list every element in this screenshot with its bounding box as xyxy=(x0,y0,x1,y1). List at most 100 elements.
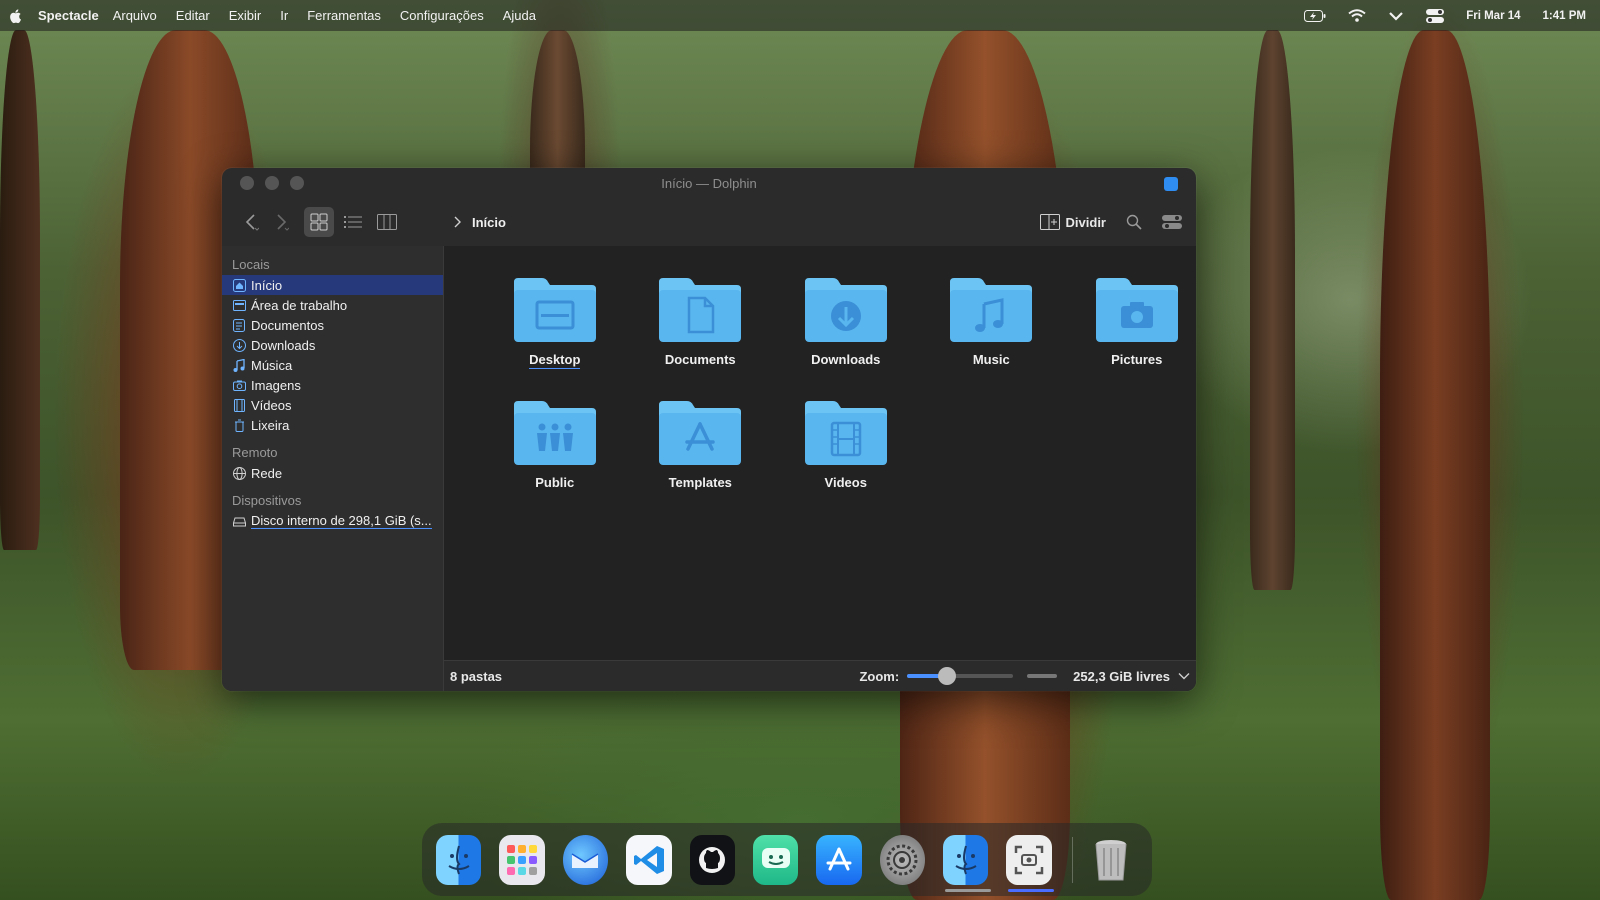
dolphin-window: Início — Dolphin Início Dividir Locais I… xyxy=(222,168,1196,691)
tree-trunk xyxy=(0,30,40,550)
chevron-left-icon xyxy=(245,214,259,231)
free-space-bar xyxy=(1027,674,1058,678)
settings-icon[interactable] xyxy=(879,834,925,885)
split-button[interactable]: Dividir xyxy=(1039,214,1106,230)
sidebar-item-videos[interactable]: Vídeos xyxy=(222,395,443,415)
running-indicator xyxy=(945,888,991,892)
appstore-icon[interactable] xyxy=(816,834,862,885)
chevron-down-icon xyxy=(1178,673,1190,680)
search-icon[interactable] xyxy=(1126,214,1142,230)
back-button[interactable] xyxy=(236,207,266,237)
launchpad-icon[interactable] xyxy=(499,834,545,885)
finder-icon[interactable] xyxy=(943,834,991,892)
dolphin-app-icon[interactable] xyxy=(1164,177,1178,191)
apple-icon[interactable] xyxy=(8,8,24,24)
status-bar: 8 pastas Zoom: 252,3 GiB livres xyxy=(444,660,1196,691)
sidebar-item-label: Início xyxy=(251,277,283,293)
sidebar-item-label: Documentos xyxy=(251,317,324,333)
free-space-button[interactable]: 252,3 GiB livres xyxy=(1073,669,1190,684)
folder-item-public[interactable]: Public xyxy=(482,399,628,490)
menubar-date[interactable]: Fri Mar 14 xyxy=(1466,10,1520,22)
folder-label: Public xyxy=(535,475,575,490)
sidebar-item-label: Música xyxy=(251,357,293,373)
vscode-icon[interactable] xyxy=(626,834,672,885)
zoom-slider[interactable] xyxy=(907,667,1014,685)
drive-icon xyxy=(232,514,246,528)
forward-button[interactable] xyxy=(266,207,296,237)
sidebar-item-area-de-trabalho[interactable]: Área de trabalho xyxy=(222,295,443,315)
toolbar-right: Dividir xyxy=(1039,214,1182,230)
sidebar-section-locais: Locais xyxy=(232,257,270,272)
folder-item-videos[interactable]: Videos xyxy=(773,399,919,490)
menu-editar[interactable]: Editar xyxy=(176,8,210,23)
folder-label: Templates xyxy=(668,475,732,490)
free-space-label: 252,3 GiB livres xyxy=(1073,668,1170,684)
file-view[interactable]: Desktop Documents Downloads Music Pictur… xyxy=(444,246,1196,691)
breadcrumb-inicio[interactable]: Início xyxy=(472,215,506,230)
folder-item-documents[interactable]: Documents xyxy=(628,276,774,369)
wifi-icon[interactable] xyxy=(1348,9,1366,22)
screenshot-icon[interactable] xyxy=(1006,834,1055,892)
sidebar-item-imagens[interactable]: Imagens xyxy=(222,375,443,395)
list-view-icon xyxy=(344,216,362,228)
menu-configuracoes[interactable]: Configurações xyxy=(400,8,484,23)
folder-item-templates[interactable]: Templates xyxy=(628,399,774,490)
sidebar-item-disco-interno[interactable]: Disco interno de 298,1 GiB (s... xyxy=(222,511,443,531)
github-icon[interactable] xyxy=(689,834,735,885)
folder-label: Pictures xyxy=(1111,352,1163,367)
desktop-icon xyxy=(232,298,246,312)
folder-label: Music xyxy=(972,352,1010,367)
trash-icon[interactable] xyxy=(1089,835,1134,885)
chevron-down-icon[interactable] xyxy=(1388,10,1404,22)
folder-public-icon xyxy=(513,401,596,465)
window-title: Início — Dolphin xyxy=(661,176,757,191)
sidebar-item-inicio[interactable]: Início xyxy=(222,275,443,295)
menu-ajuda[interactable]: Ajuda xyxy=(503,8,536,23)
menubar-time[interactable]: 1:41 PM xyxy=(1543,10,1586,22)
toolbar: Início Dividir xyxy=(222,198,1196,246)
dock xyxy=(422,823,1152,896)
sidebar-item-rede[interactable]: Rede xyxy=(222,463,443,483)
breadcrumb: Início xyxy=(452,215,506,230)
folder-item-pictures[interactable]: Pictures xyxy=(1064,276,1196,369)
split-view-icon xyxy=(1039,214,1060,230)
columns-view-button[interactable] xyxy=(372,207,402,237)
folder-videos-icon xyxy=(804,401,887,465)
control-center-icon[interactable] xyxy=(1426,8,1445,24)
folder-item-downloads[interactable]: Downloads xyxy=(773,276,919,369)
sidebar-item-documentos[interactable]: Documentos xyxy=(222,315,443,335)
menu-ir[interactable]: Ir xyxy=(280,8,288,23)
zoom-label: Zoom: xyxy=(859,668,900,684)
title-bar[interactable]: Início — Dolphin xyxy=(222,168,1196,198)
details-view-button[interactable] xyxy=(338,207,368,237)
active-app-name[interactable]: Spectacle xyxy=(38,8,99,23)
sidebar-item-label: Downloads xyxy=(251,337,316,353)
menu-ferramentas[interactable]: Ferramentas xyxy=(307,8,381,23)
folder-grid: Desktop Documents Downloads Music Pictur… xyxy=(482,276,1196,490)
zoom-slider-handle[interactable] xyxy=(938,667,957,685)
icons-view-button[interactable] xyxy=(304,207,334,237)
camera-icon xyxy=(232,378,246,392)
sidebar-item-musica[interactable]: Música xyxy=(222,355,443,375)
columns-view-icon xyxy=(377,214,397,230)
finder-icon[interactable] xyxy=(436,834,482,885)
panel-toggle-icon[interactable] xyxy=(1162,214,1182,230)
folder-item-desktop[interactable]: Desktop xyxy=(482,276,628,369)
thunderbird-icon[interactable] xyxy=(562,834,609,885)
menu-exibir[interactable]: Exibir xyxy=(229,8,262,23)
music-icon xyxy=(232,358,246,372)
battery-icon[interactable] xyxy=(1304,9,1326,22)
chat-icon[interactable] xyxy=(752,834,799,885)
chevron-right-icon[interactable] xyxy=(452,216,462,228)
menu-arquivo[interactable]: Arquivo xyxy=(113,8,157,23)
document-icon xyxy=(232,318,246,332)
sidebar-item-lixeira[interactable]: Lixeira xyxy=(222,415,443,435)
network-icon xyxy=(232,466,246,480)
grid-view-icon xyxy=(310,213,328,231)
folder-music-icon xyxy=(950,278,1033,342)
window-content: Locais Início Área de trabalho Documento… xyxy=(222,246,1196,691)
sidebar-item-downloads[interactable]: Downloads xyxy=(222,335,443,355)
tree-trunk xyxy=(1380,30,1490,900)
folder-item-music[interactable]: Music xyxy=(919,276,1065,369)
menu-bar: Spectacle Arquivo Editar Exibir Ir Ferra… xyxy=(0,0,1600,31)
